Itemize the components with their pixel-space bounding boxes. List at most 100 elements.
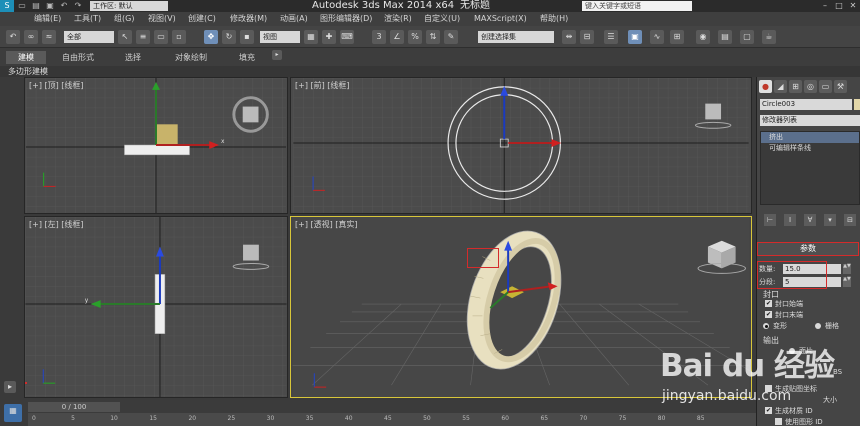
percent-snap-icon[interactable]: %	[408, 30, 422, 44]
expand-panel-icon[interactable]: ▸	[4, 381, 16, 393]
viewport-front-label[interactable]: [+] [前] [线框]	[295, 80, 350, 91]
rect-selection-icon[interactable]: ▭	[154, 30, 168, 44]
motion-tab-icon[interactable]: ◎	[804, 80, 817, 93]
stack-item-editable-spline[interactable]: 可编辑样条线	[761, 143, 859, 154]
mirror-icon[interactable]: ⇹	[562, 30, 576, 44]
object-name-field[interactable]: Circle003	[760, 99, 852, 110]
make-unique-icon[interactable]: ∀	[804, 214, 816, 226]
tab-selection[interactable]: 选择	[116, 51, 150, 64]
render-production-icon[interactable]: ☕	[762, 30, 776, 44]
tab-populate[interactable]: 填充	[230, 51, 264, 64]
close-button[interactable]: ✕	[846, 0, 860, 12]
select-manipulate-icon[interactable]: ✚	[322, 30, 336, 44]
menu-maxscript[interactable]: MAXScript(X)	[474, 12, 527, 26]
move-icon[interactable]: ✥	[204, 30, 218, 44]
rotate-icon[interactable]: ↻	[222, 30, 236, 44]
minimize-button[interactable]: –	[818, 0, 832, 12]
layer-manager-icon[interactable]: ☰	[604, 30, 618, 44]
angle-snap-icon[interactable]: ∠	[390, 30, 404, 44]
configure-sets-icon[interactable]: ⊟	[844, 214, 856, 226]
window-crossing-icon[interactable]: ▫	[172, 30, 186, 44]
menu-rendering[interactable]: 渲染(R)	[384, 12, 412, 26]
ribbon-toggle-icon[interactable]: ▸	[272, 50, 282, 60]
menu-help[interactable]: 帮助(H)	[540, 12, 568, 26]
menu-tools[interactable]: 工具(T)	[74, 12, 101, 26]
cap-end-checkbox[interactable]: ✔	[765, 311, 772, 318]
grid-radio[interactable]	[815, 323, 821, 329]
timeline-tick-label: 50	[423, 415, 431, 422]
selection-filter-dropdown[interactable]: 全部	[64, 31, 114, 43]
material-editor-icon[interactable]: ◉	[696, 30, 710, 44]
save-icon[interactable]: ▣	[44, 1, 56, 11]
object-color-swatch[interactable]	[854, 99, 860, 110]
viewport-top[interactable]: [+] [顶] [线框] x	[24, 77, 288, 214]
remove-modifier-icon[interactable]: ▾	[824, 214, 836, 226]
utilities-tab-icon[interactable]: ⚒	[834, 80, 847, 93]
pin-stack-icon[interactable]: ⊢	[764, 214, 776, 226]
segments-spinner[interactable]: ▲▼	[843, 277, 851, 287]
undo-icon[interactable]: ↶	[58, 1, 70, 11]
graphite-toggle-icon[interactable]: ▣	[628, 30, 642, 44]
new-file-icon[interactable]: ▭	[16, 1, 28, 11]
patch-radio[interactable]	[789, 348, 795, 354]
display-tab-icon[interactable]: ▭	[819, 80, 832, 93]
viewport-top-label[interactable]: [+] [顶] [线框]	[29, 80, 84, 91]
menu-group[interactable]: 组(G)	[114, 12, 134, 26]
link-icon[interactable]: ∞	[24, 30, 38, 44]
curve-editor-icon[interactable]: ∿	[650, 30, 664, 44]
menu-create[interactable]: 创建(C)	[188, 12, 216, 26]
help-search-input[interactable]: 键入关键字或短语	[582, 1, 692, 11]
viewport-left[interactable]: [+] [左] [线框] y	[24, 216, 288, 398]
tab-object-paint[interactable]: 对象绘制	[166, 51, 216, 64]
morph-radio[interactable]	[763, 323, 769, 329]
viewport-perspective[interactable]: [+] [透视] [真实]	[290, 216, 752, 398]
edit-named-sel-icon[interactable]: ✎	[444, 30, 458, 44]
undo-link-icon[interactable]: ↶	[6, 30, 20, 44]
select-object-icon[interactable]: ↖	[118, 30, 132, 44]
spinner-snap-icon[interactable]: ⇅	[426, 30, 440, 44]
stack-item-extrude[interactable]: 挤出	[761, 132, 859, 143]
keyboard-shortcut-icon[interactable]: ⌨	[340, 30, 354, 44]
restore-button[interactable]: □	[832, 0, 846, 12]
amount-spinner[interactable]: ▲▼	[843, 264, 851, 274]
create-tab-icon[interactable]: ●	[759, 80, 772, 93]
tab-modeling[interactable]: 建模	[6, 51, 46, 64]
ref-coord-dropdown[interactable]: 视图	[260, 31, 300, 43]
timeline-track[interactable]: 0 5 10 15 20 25 30 35 40 45 50 55 60 65 70 75 80 85	[28, 413, 756, 426]
redo-icon[interactable]: ↷	[72, 1, 84, 11]
gen-mat-ids-checkbox[interactable]: ✔	[765, 407, 772, 414]
menu-animation[interactable]: 动画(A)	[280, 12, 308, 26]
render-frame-icon[interactable]: ▢	[740, 30, 754, 44]
select-by-name-icon[interactable]: ≡	[136, 30, 150, 44]
bind-space-warp-icon[interactable]: ≈	[42, 30, 56, 44]
render-setup-icon[interactable]: ▤	[718, 30, 732, 44]
snap-toggle-icon[interactable]: 3	[372, 30, 386, 44]
use-shape-ids-checkbox[interactable]	[775, 418, 782, 425]
modify-tab-icon[interactable]: ◢	[774, 80, 787, 93]
named-selection-dropdown[interactable]: 创建选择集	[478, 31, 554, 43]
parameters-rollout-header[interactable]: 参数	[757, 242, 859, 256]
menu-views[interactable]: 视图(V)	[148, 12, 176, 26]
app-logo-icon[interactable]: S	[0, 0, 14, 12]
show-end-result-icon[interactable]: I	[784, 214, 796, 226]
viewport-layout-icon[interactable]: ▦	[4, 404, 22, 422]
menu-edit[interactable]: 编辑(E)	[34, 12, 61, 26]
scale-icon[interactable]: ▪	[240, 30, 254, 44]
modifier-list-dropdown[interactable]: 修改器列表	[760, 115, 860, 126]
time-slider[interactable]: 0 / 100	[28, 402, 120, 412]
gen-map-coords-checkbox[interactable]	[765, 385, 772, 392]
schematic-view-icon[interactable]: ⊞	[670, 30, 684, 44]
viewport-perspective-label[interactable]: [+] [透视] [真实]	[295, 219, 358, 230]
menu-customize[interactable]: 自定义(U)	[424, 12, 460, 26]
menu-modifiers[interactable]: 修改器(M)	[230, 12, 267, 26]
hierarchy-tab-icon[interactable]: ⊞	[789, 80, 802, 93]
align-icon[interactable]: ⊟	[580, 30, 594, 44]
menu-graph-editors[interactable]: 图形编辑器(D)	[320, 12, 372, 26]
pivot-center-icon[interactable]: ▦	[304, 30, 318, 44]
open-file-icon[interactable]: ▤	[30, 1, 42, 11]
tab-freeform[interactable]: 自由形式	[56, 51, 100, 64]
workspace-dropdown[interactable]: 工作区: 默认	[90, 1, 168, 11]
cap-start-checkbox[interactable]: ✔	[765, 300, 772, 307]
viewport-left-label[interactable]: [+] [左] [线框]	[29, 219, 84, 230]
viewport-front[interactable]: [+] [前] [线框]	[290, 77, 752, 214]
